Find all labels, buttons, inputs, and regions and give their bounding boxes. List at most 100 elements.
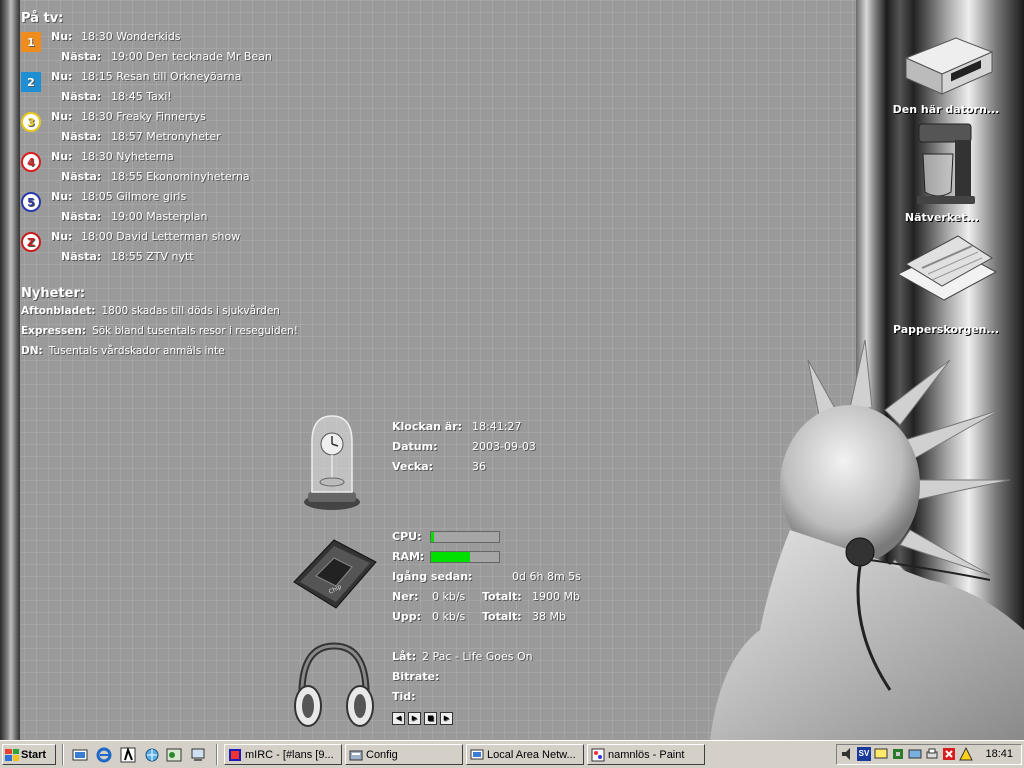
clock-time-label: Klockan är: bbox=[392, 420, 463, 433]
news-headline: Sök bland tusentals resor i reseguiden! bbox=[92, 325, 298, 337]
language-indicator[interactable]: SV bbox=[857, 747, 871, 761]
volume-icon[interactable] bbox=[840, 747, 854, 761]
security-tray-icon[interactable] bbox=[959, 747, 973, 761]
now-showing: Nu: 18:05 Gilmore girls bbox=[51, 190, 186, 203]
now-showing: Nu: 18:30 Nyheterna bbox=[51, 150, 174, 163]
next-showing: Nästa: 18:55 Ekonominyheterna bbox=[61, 170, 250, 183]
cpu-chip-icon: Chip bbox=[293, 539, 377, 609]
next-label: Nästa: bbox=[61, 250, 102, 263]
next-label: Nästa: bbox=[61, 50, 102, 63]
now-label: Nu: bbox=[51, 30, 73, 43]
news-headline: Tusentals vårdskador anmäls inte bbox=[48, 345, 225, 357]
my-computer-quicklaunch-icon[interactable] bbox=[190, 747, 206, 763]
download-total: 1900 Mb bbox=[532, 590, 580, 603]
anniversary-clock-icon bbox=[304, 415, 360, 510]
next-label: Nästa: bbox=[61, 130, 102, 143]
channel-logo-icon: Z bbox=[21, 232, 41, 252]
taskbar-clock[interactable]: 18:41 bbox=[985, 748, 1013, 760]
now-program: 18:00 David Letterman show bbox=[81, 230, 241, 243]
monitor-tray-icon[interactable] bbox=[874, 747, 888, 761]
desktop-icon-my-computer[interactable]: Den här datorn... bbox=[886, 28, 1006, 116]
now-label: Nu: bbox=[51, 150, 73, 163]
channel-logo-icon: 4 bbox=[21, 152, 41, 172]
tv-guide: På tv: 1 Nu: 18:30 Wonderkids Nästa: 19:00 D… bbox=[21, 11, 341, 270]
news-item[interactable]: Expressen: Sök bland tusentals resor i re… bbox=[21, 325, 341, 345]
upload-total: 38 Mb bbox=[532, 610, 566, 623]
uptime-label: Igång sedan: bbox=[392, 570, 473, 583]
next-showing: Nästa: 18:55 ZTV nytt bbox=[61, 250, 194, 263]
next-label: Nästa: bbox=[61, 210, 102, 223]
cpu-usage-bar bbox=[430, 531, 500, 543]
show-desktop-icon[interactable] bbox=[72, 747, 88, 763]
windows-logo-icon bbox=[5, 748, 19, 761]
next-showing: Nästa: 18:57 Metronyheter bbox=[61, 130, 221, 143]
track-time-label: Tid: bbox=[392, 690, 416, 703]
control-panel-icon[interactable] bbox=[166, 747, 182, 763]
uptime-value: 0d 6h 8m 5s bbox=[512, 570, 581, 583]
play-button[interactable]: ▶ bbox=[408, 712, 421, 725]
mirc-icon bbox=[229, 748, 241, 761]
news-item[interactable]: DN: Tusentals vårdskador anmäls inte bbox=[21, 345, 341, 365]
desktop-icon-network[interactable]: Nätverket... bbox=[882, 120, 1002, 224]
config-icon bbox=[349, 750, 363, 760]
now-label: Nu: bbox=[51, 70, 73, 83]
tv-channel: 4 Nu: 18:30 Nyheterna Nästa: 18:55 Ekonominy… bbox=[21, 150, 341, 190]
next-program: 18:55 Ekonominyheterna bbox=[111, 170, 250, 183]
clock-time-value: 18:41:27 bbox=[472, 420, 522, 433]
task-label: Local Area Netw... bbox=[487, 748, 576, 761]
next-label: Nästa: bbox=[61, 90, 102, 103]
now-program: 18:30 Nyheterna bbox=[81, 150, 174, 163]
download-speed: 0 kb/s bbox=[432, 590, 466, 603]
now-showing: Nu: 18:00 David Letterman show bbox=[51, 230, 240, 243]
next-track-button[interactable]: ▶ bbox=[440, 712, 453, 725]
news-headline: 1800 skadas till döds i sjukvården bbox=[101, 305, 280, 317]
clock-week-label: Vecka: bbox=[392, 460, 434, 473]
clock-date-label: Datum: bbox=[392, 440, 438, 453]
counter-strike-icon[interactable] bbox=[120, 747, 136, 763]
desktop-icon-recycle-bin[interactable]: Papperskorgen... bbox=[886, 228, 1006, 336]
news-list: Aftonbladet: 1800 skadas till döds i sjuk… bbox=[21, 305, 341, 365]
taskbar-task-config[interactable]: Config bbox=[345, 744, 463, 765]
stop-button[interactable]: ■ bbox=[424, 712, 437, 725]
taskbar: Start mIRC - [#lans [9... Config Local A… bbox=[0, 740, 1024, 768]
tv-guide-title: På tv: bbox=[21, 11, 64, 26]
next-showing: Nästa: 18:45 Taxi! bbox=[61, 90, 172, 103]
news-item[interactable]: Aftonbladet: 1800 skadas till döds i sjuk… bbox=[21, 305, 341, 325]
printer-tray-icon[interactable] bbox=[925, 747, 939, 761]
tv-channel: 2 Nu: 18:15 Resan till Orkneyöarna Nästa: 18… bbox=[21, 70, 341, 110]
channel-logo-icon: 1 bbox=[21, 32, 41, 52]
start-button-label: Start bbox=[21, 748, 47, 761]
taskbar-task-mirc[interactable]: mIRC - [#lans [9... bbox=[224, 744, 342, 765]
desktop-icon-label: Nätverket... bbox=[904, 211, 980, 224]
upload-speed: 0 kb/s bbox=[432, 610, 466, 623]
tv-channel: 1 Nu: 18:30 Wonderkids Nästa: 19:00 Den teck… bbox=[21, 30, 341, 70]
news-feed: Nyheter: Aftonbladet: 1800 skadas till dö… bbox=[21, 286, 341, 365]
network-tool-icon[interactable] bbox=[144, 747, 160, 763]
task-label: namnlös - Paint bbox=[608, 748, 685, 761]
previous-track-button[interactable]: ◀ bbox=[392, 712, 405, 725]
paint-icon bbox=[591, 748, 605, 761]
system-info: CPU: RAM: Igång sedan: 0d 6h 8m 5s Ner: 0 … bbox=[392, 530, 581, 630]
next-program: 18:45 Taxi! bbox=[111, 90, 172, 103]
task-label: mIRC - [#lans [9... bbox=[245, 748, 334, 761]
news-source: Expressen: bbox=[21, 325, 87, 337]
taskbar-task-local-area-network[interactable]: Local Area Netw... bbox=[466, 744, 584, 765]
tv-channel: Z Nu: 18:00 David Letterman show Nästa: 18:5… bbox=[21, 230, 341, 270]
cpu-label: CPU: bbox=[392, 530, 422, 543]
channel-logo-icon: 5 bbox=[21, 192, 41, 212]
now-label: Nu: bbox=[51, 190, 73, 203]
download-label: Ner: bbox=[392, 590, 419, 603]
antivirus-tray-icon[interactable] bbox=[942, 747, 956, 761]
now-program: 18:30 Wonderkids bbox=[81, 30, 181, 43]
ram-usage-bar bbox=[430, 551, 500, 563]
next-program: 18:55 ZTV nytt bbox=[111, 250, 194, 263]
clock-date-value: 2003-09-03 bbox=[472, 440, 536, 453]
channel-logo-icon: 2 bbox=[21, 72, 41, 92]
network-tray-icon[interactable] bbox=[908, 747, 922, 761]
taskbar-task-paint[interactable]: namnlös - Paint bbox=[587, 744, 705, 765]
internet-explorer-icon[interactable] bbox=[96, 747, 112, 763]
desktop-icon-label: Papperskorgen... bbox=[892, 323, 1000, 336]
now-program: 18:30 Freaky Finnertys bbox=[81, 110, 206, 123]
chip-tray-icon[interactable] bbox=[891, 747, 905, 761]
start-button[interactable]: Start bbox=[2, 744, 56, 765]
